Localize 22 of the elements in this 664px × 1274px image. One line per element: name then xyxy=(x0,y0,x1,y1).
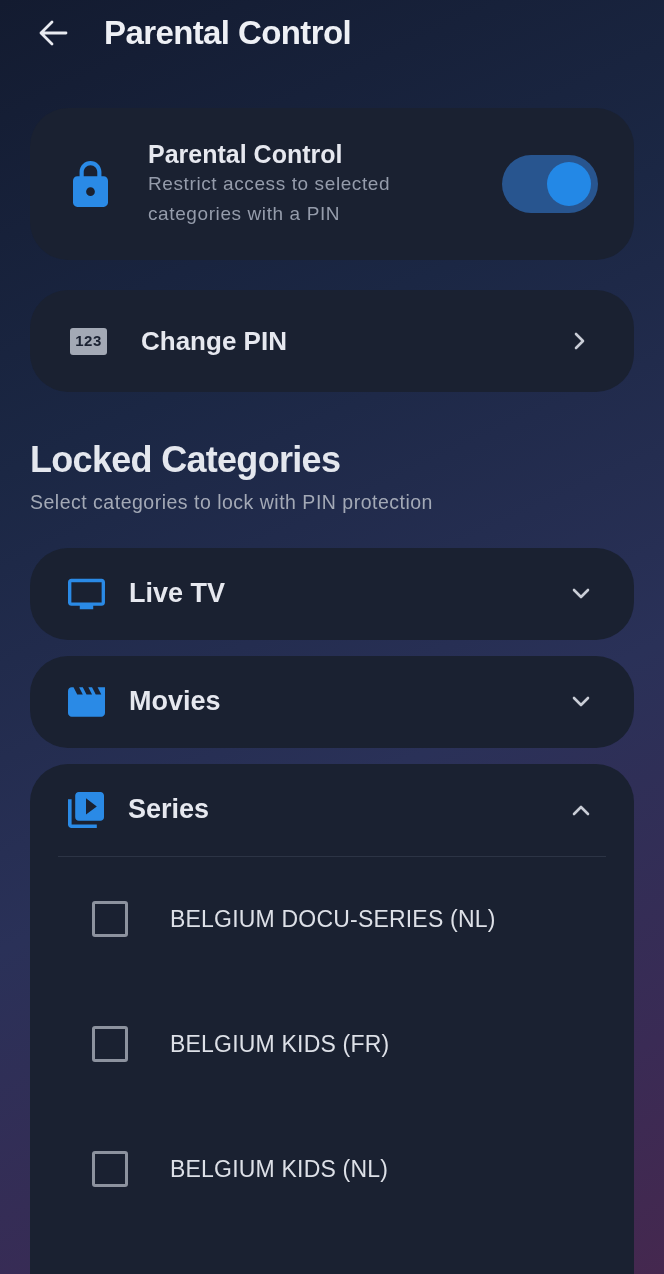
checkbox[interactable] xyxy=(92,1151,128,1188)
section-subtitle: Select categories to lock with PIN protection xyxy=(30,490,434,516)
category-header[interactable]: Live TV xyxy=(30,547,634,640)
page-title: Parental Control xyxy=(104,13,352,53)
category-option-label[interactable]: BELGIUM KIDS (FR) xyxy=(170,1026,390,1062)
category-header[interactable]: Series xyxy=(30,763,634,856)
pin-number-icon: 123 xyxy=(70,327,107,355)
toggle-switch[interactable] xyxy=(502,155,598,213)
video-library-icon xyxy=(68,791,104,828)
setting-description: Restrict access to selected categories with a PIN xyxy=(148,172,392,226)
checkbox[interactable] xyxy=(92,1026,128,1063)
back-arrow-icon[interactable] xyxy=(38,20,68,46)
category-option-label[interactable]: BELGIUM DOCU-SERIES (NL) xyxy=(170,901,496,937)
category-option-label[interactable]: BELGIUM KIDS (NL) xyxy=(170,1151,389,1187)
change-pin-button[interactable]: 123 Change PIN xyxy=(30,290,634,392)
section-title: Locked Categories xyxy=(30,438,342,482)
tv-icon xyxy=(68,577,105,610)
lock-icon xyxy=(73,161,108,207)
clapperboard-icon xyxy=(68,685,105,718)
checkbox[interactable] xyxy=(92,901,128,938)
setting-title: Parental Control xyxy=(148,139,344,169)
category-header[interactable]: Movies xyxy=(30,655,634,748)
